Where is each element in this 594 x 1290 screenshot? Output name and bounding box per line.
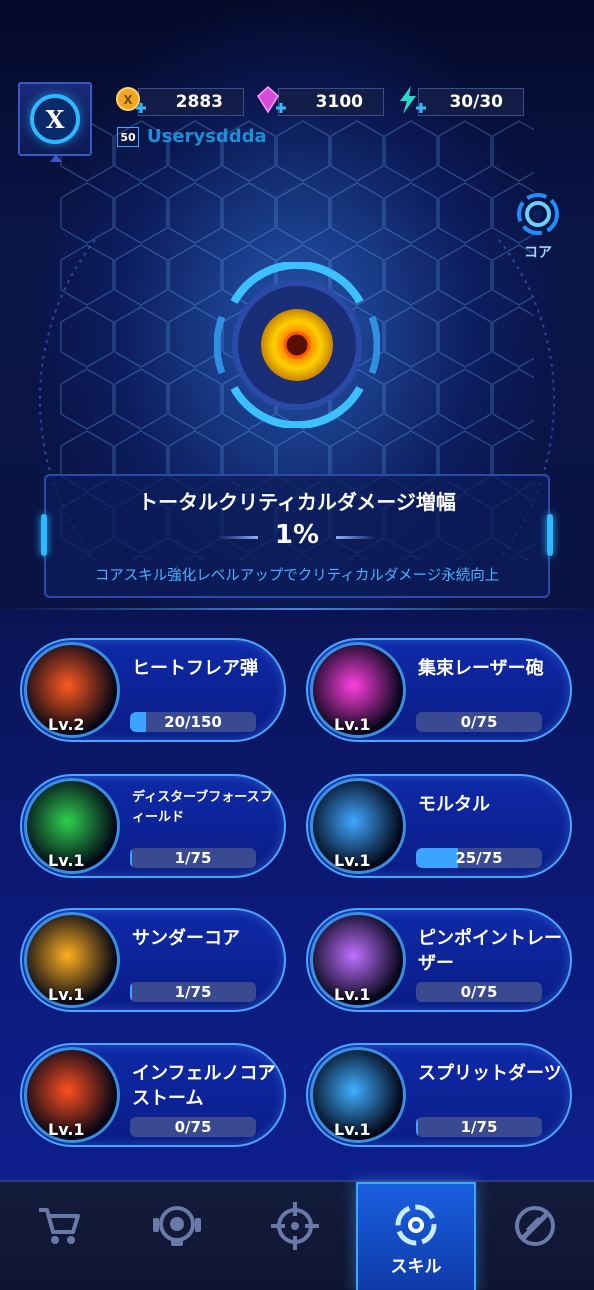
skill-name: サンダーコア [132,928,240,949]
crosshair-icon [271,1202,319,1250]
nav-tab-skills-label: スキル [390,1257,442,1277]
coin-counter: 2883 [138,88,244,116]
skill-name: インフェルノコアストーム [132,1063,276,1109]
skill-progress-bar: 0/75 [416,712,542,732]
skill-level: Lv.1 [334,985,371,1004]
skill-name: ピンポイントレーザー [418,928,562,974]
coin-add-icon[interactable]: X [114,84,148,118]
skill-level: Lv.2 [48,715,85,734]
skill-progress-text: 0/75 [460,713,498,731]
nav-tab-locked[interactable] [476,1182,594,1290]
energy-value: 30/30 [449,92,503,112]
skill-card[interactable]: Lv.1 スプリットダーツ 1/75 [306,1043,572,1147]
skill-level: Lv.1 [334,1120,371,1139]
core-orb-icon[interactable] [214,262,380,428]
skill-card[interactable]: Lv.1 集束レーザー砲 0/75 [306,638,572,742]
skill-progress-text: 0/75 [460,983,498,1001]
skill-card[interactable]: Lv.1 ピンポイントレーザー 0/75 [306,908,572,1012]
stat-title: トータルクリティカルダメージ増幅 [138,490,456,514]
skill-name: 集束レーザー砲 [418,658,544,679]
core-button-label: コア [524,245,552,261]
gem-counter: 3100 [278,88,384,116]
skill-progress-bar: 0/75 [416,982,542,1002]
skill-card[interactable]: Lv.2 ヒートフレア弾 20/150 [20,638,286,742]
skill-level: Lv.1 [48,985,85,1004]
skill-name: モルタル [418,794,490,815]
stat-value: 1% [274,520,320,550]
skill-level: Lv.1 [48,851,85,870]
skill-card[interactable]: Lv.1 サンダーコア 1/75 [20,908,286,1012]
skill-name: スプリットダーツ [418,1063,562,1084]
skill-progress-text: 25/75 [455,849,503,867]
skill-progress-bar: 20/150 [130,712,256,732]
core-button[interactable]: コア [512,192,564,261]
skill-progress-text: 1/75 [174,849,212,867]
coin-value: 2883 [175,92,223,112]
gem-add-icon[interactable] [254,84,288,118]
shop-cart-icon [39,1208,80,1244]
gem-value: 3100 [315,92,363,112]
core-target-icon [517,193,559,235]
player-level-badge: 50 [117,127,139,147]
skill-progress-bar: 0/75 [130,1117,256,1137]
skill-card[interactable]: Lv.1 ディスターブフォースフィールド 1/75 [20,774,286,878]
skill-progress-text: 0/75 [174,1118,212,1136]
avatar-letter: X [45,104,65,134]
skill-swirl-icon [395,1204,437,1246]
energy-add-icon[interactable] [394,84,428,118]
username: Userysddda [147,126,267,147]
skill-progress-text: 20/150 [164,713,222,731]
skill-level: Lv.1 [48,1120,85,1139]
stat-description: コアスキル強化レベルアップでクリティカルダメージ永続向上 [94,568,500,584]
skill-progress-bar: 1/75 [130,848,256,868]
robot-icon [153,1206,201,1246]
skill-name: ヒートフレア弾 [132,658,258,679]
energy-counter: 30/30 [418,88,524,116]
skill-progress-text: 1/75 [174,983,212,1001]
skill-progress-bar: 1/75 [130,982,256,1002]
skill-name: ディスターブフォースフィールド [132,790,273,825]
nav-tab-skills[interactable]: スキル [356,1182,476,1290]
skill-progress-text: 1/75 [460,1118,498,1136]
nav-tab-robot[interactable] [118,1182,236,1290]
section-divider [0,608,594,610]
skill-progress-bar: 1/75 [416,1117,542,1137]
skill-level: Lv.1 [334,715,371,734]
skill-card[interactable]: Lv.1 インフェルノコアストーム 0/75 [20,1043,286,1147]
disabled-icon [515,1206,555,1246]
skill-level: Lv.1 [334,851,371,870]
nav-tab-shop[interactable] [0,1182,118,1290]
nav-tab-target[interactable] [236,1182,354,1290]
skill-progress-bar: 25/75 [416,848,542,868]
avatar-emblem: X [30,94,80,144]
svg-text:X: X [123,93,133,107]
skill-card[interactable]: Lv.1 モルタル 25/75 [306,774,572,878]
player-avatar[interactable]: X [18,82,92,162]
avatar-notch [50,154,62,162]
bottom-nav: スキル [0,1180,594,1290]
stat-dash-right [336,536,376,539]
